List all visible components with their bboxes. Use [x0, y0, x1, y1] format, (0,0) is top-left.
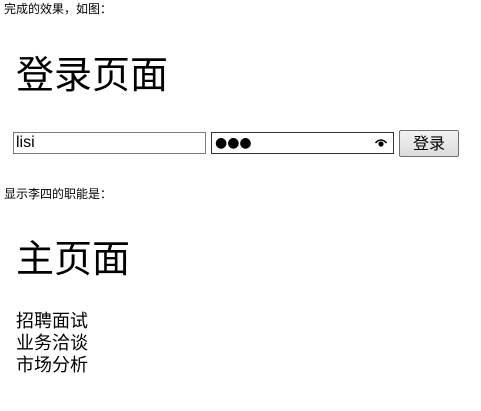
login-page-title: 登录页面 [16, 53, 169, 97]
login-button[interactable]: 登录 [399, 130, 459, 157]
duty-list: 招聘面试 业务洽谈 市场分析 [16, 311, 88, 377]
list-item: 业务洽谈 [16, 333, 88, 354]
username-input[interactable] [16, 134, 202, 152]
list-item: 招聘面试 [16, 311, 88, 332]
password-mask[interactable]: ●●● [215, 134, 252, 152]
caption-result: 完成的效果，如图： [4, 2, 113, 16]
password-field[interactable]: ●●● [211, 132, 394, 154]
username-field[interactable] [13, 132, 206, 154]
list-item: 市场分析 [16, 355, 88, 376]
eye-icon[interactable] [375, 138, 387, 148]
main-page-title: 主页面 [16, 237, 131, 281]
caption-duties: 显示李四的职能是： [4, 187, 113, 201]
